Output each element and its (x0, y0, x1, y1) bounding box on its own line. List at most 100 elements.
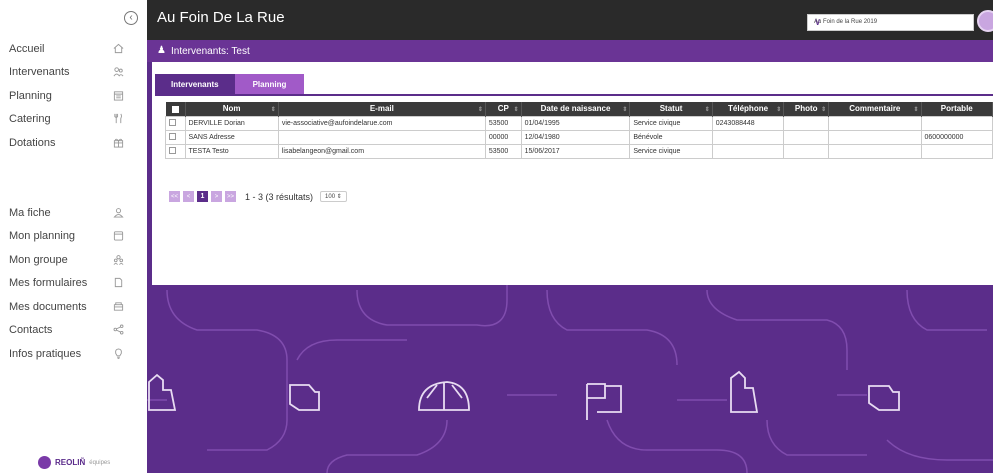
cell-email: vie-associative@aufoindelarue.com (277, 115, 486, 131)
per-page-select[interactable]: 100 ⇕ (320, 191, 347, 202)
cell-portable (920, 115, 993, 131)
cell-date: 12/04/1980 (520, 129, 631, 145)
sort-icon: ⇕ (270, 107, 276, 113)
prev-page-button[interactable]: < (183, 191, 194, 202)
select-all-checkbox[interactable] (165, 102, 186, 116)
column-label: Portable (940, 104, 973, 114)
sidebar-item-mes-formulaires[interactable]: Mes formulaires (0, 272, 147, 296)
table-header-row: Nom ⇕ E-mail ⇕ CP ⇕ Date de naissance ⇕ Stat… (165, 102, 993, 116)
cell-statut: Bénévole (629, 129, 713, 145)
sidebar-item-catering[interactable]: Catering (0, 108, 147, 132)
table-row[interactable]: SANS Adresse 00000 12/04/1980 Bénévole 0… (165, 129, 993, 145)
row-checkbox[interactable] (165, 115, 186, 131)
brand-logo: REOLIÑ équipes (38, 456, 110, 469)
first-page-button[interactable]: << (169, 191, 180, 202)
cell-commentaire (828, 129, 922, 145)
column-label: Téléphone (728, 104, 769, 114)
checkbox-icon (169, 133, 176, 141)
sidebar-item-label: Dotations (9, 136, 56, 149)
column-header-photo[interactable]: Photo ⇕ (783, 102, 830, 116)
cell-telephone (711, 129, 785, 145)
app-title: Au Foin De La Rue (157, 9, 285, 26)
sidebar-item-label: Planning (9, 89, 52, 102)
column-header-commentaire[interactable]: Commentaire ⇕ (828, 102, 922, 116)
sort-icon: ⇕ (622, 107, 628, 113)
nav-main: Accueil Intervenants Planning Catering D… (0, 37, 147, 155)
sidebar-item-accueil[interactable]: Accueil (0, 37, 147, 61)
next-page-button[interactable]: > (211, 191, 222, 202)
column-header-portable[interactable]: Portable (921, 102, 993, 116)
gift-icon (111, 135, 125, 149)
sidebar-item-ma-fiche[interactable]: Ma fiche (0, 201, 147, 225)
cell-cp: 53500 (484, 143, 522, 159)
column-header-telephone[interactable]: Téléphone ⇕ (712, 102, 785, 116)
column-header-nom[interactable]: Nom ⇕ (185, 102, 279, 116)
sidebar-item-mon-planning[interactable]: Mon planning (0, 225, 147, 249)
results-count: 1 - 3 (3 résultats) (245, 191, 314, 202)
sidebar-item-mes-documents[interactable]: Mes documents (0, 295, 147, 319)
column-header-date-naissance[interactable]: Date de naissance ⇕ (521, 102, 631, 116)
cell-photo (783, 115, 830, 131)
column-label: Photo (794, 104, 818, 114)
sidebar-item-mon-groupe[interactable]: Mon groupe (0, 248, 147, 272)
sort-icon: ⇕ (704, 107, 710, 113)
section-header: ♟ Intervenants: Test (147, 40, 993, 62)
column-header-cp[interactable]: CP ⇕ (485, 102, 522, 116)
nav-personal: Ma fiche Mon planning Mon groupe Mes for… (0, 201, 147, 366)
row-checkbox[interactable] (165, 143, 186, 159)
cell-commentaire (828, 143, 922, 159)
avatar[interactable] (977, 10, 993, 32)
calendar-icon (111, 229, 125, 243)
chevron-left-circle-icon[interactable]: ‹ (124, 11, 138, 25)
cell-telephone (711, 143, 785, 159)
sidebar-item-infos-pratiques[interactable]: Infos pratiques (0, 342, 147, 366)
cell-date: 15/06/2017 (520, 143, 631, 159)
cell-nom: TESTA Testo (184, 143, 279, 159)
sort-icon: ⇕ (821, 107, 827, 113)
current-page-button[interactable]: 1 (197, 191, 208, 202)
cell-commentaire (828, 115, 922, 131)
sidebar: ‹ Accueil Intervenants Planning Catering… (0, 0, 147, 473)
tab-intervenants[interactable]: Intervenants (155, 74, 235, 94)
cell-photo (783, 143, 830, 159)
tab-underline (155, 94, 993, 96)
reolin-logo-icon (38, 456, 51, 469)
column-header-email[interactable]: E-mail ⇕ (278, 102, 486, 116)
cell-cp: 53500 (484, 115, 522, 131)
table-row[interactable]: TESTA Testo lisabelangeon@gmail.com 5350… (165, 143, 993, 159)
event-select[interactable]: Au Foin de la Rue 2019 ∨ (807, 14, 974, 31)
tab-planning[interactable]: Planning (234, 74, 305, 94)
sidebar-item-label: Accueil (9, 42, 45, 55)
sidebar-item-planning[interactable]: Planning (0, 84, 147, 108)
people-icon (111, 65, 125, 79)
last-page-button[interactable]: >> (225, 191, 236, 202)
main-area: Au Foin De La Rue Au Foin de la Rue 2019… (147, 0, 993, 473)
sidebar-item-label: Catering (9, 113, 51, 126)
sidebar-item-dotations[interactable]: Dotations (0, 131, 147, 155)
pagination: << < 1 > >> 1 - 3 (3 résultats) 100 ⇕ (169, 191, 347, 202)
cell-nom: SANS Adresse (184, 129, 279, 145)
sidebar-item-label: Mon planning (9, 230, 76, 243)
cutlery-icon (111, 112, 125, 126)
row-checkbox[interactable] (165, 129, 186, 145)
brand-subtitle: équipes (89, 459, 111, 466)
cell-telephone: 0243088448 (711, 115, 785, 131)
column-label: Nom (222, 104, 241, 114)
sort-icon: ⇕ (913, 107, 919, 113)
share-icon (111, 323, 125, 337)
sidebar-item-intervenants[interactable]: Intervenants (0, 61, 147, 85)
group-icon (111, 252, 125, 266)
column-label: Statut (659, 104, 683, 114)
sidebar-item-contacts[interactable]: Contacts (0, 319, 147, 343)
chevron-down-icon: ∨ (814, 17, 822, 28)
people-icon: ♟ (157, 45, 166, 56)
column-label: E-mail (369, 104, 394, 114)
cell-statut: Service civique (629, 143, 713, 159)
user-icon (111, 205, 125, 219)
cell-portable (920, 143, 993, 159)
table-row[interactable]: DERVILLE Dorian vie-associative@aufoinde… (165, 115, 993, 131)
column-label: Commentaire (849, 104, 901, 114)
column-header-statut[interactable]: Statut ⇕ (629, 102, 713, 116)
top-bar: Au Foin De La Rue Au Foin de la Rue 2019… (147, 0, 993, 40)
content-panel: Intervenants Planning Nom ⇕ E-mail ⇕ CP ⇕ D… (152, 62, 993, 285)
